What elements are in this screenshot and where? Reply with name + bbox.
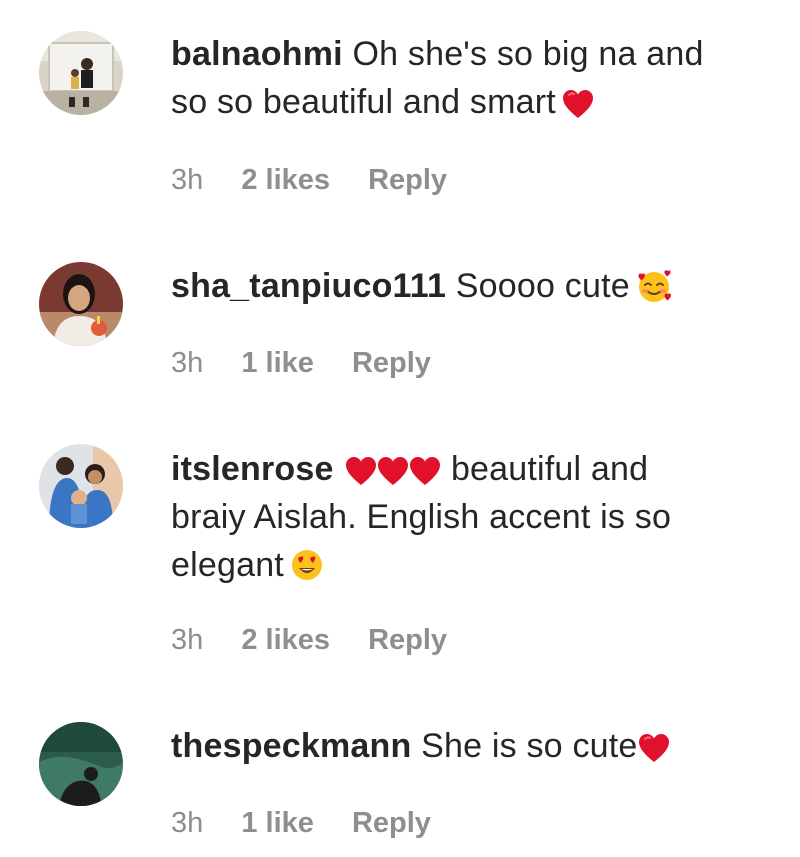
avatar-photo [39, 444, 123, 528]
red-heart-icon [562, 89, 594, 119]
comment-username[interactable]: balnaohmi [171, 35, 343, 73]
comment-text: balnaohmi Oh she's so big na and so so b… [171, 30, 771, 126]
comment-body: braiy Aislah. English accent is so [171, 498, 672, 536]
comment-body: beautiful and [450, 450, 649, 488]
reply-button[interactable]: Reply [352, 347, 431, 379]
reply-button[interactable]: Reply [352, 807, 431, 839]
comment-username[interactable]: sha_tanpiuco111 [171, 267, 446, 305]
reply-button[interactable]: Reply [368, 164, 447, 196]
comment-timestamp: 3h [171, 807, 204, 839]
comment-timestamp: 3h [171, 164, 204, 196]
likes-count[interactable]: 1 like [241, 347, 314, 379]
comment-meta: 3h 1 like Reply [171, 346, 461, 380]
reply-button[interactable]: Reply [368, 624, 447, 656]
comment-meta: 3h 1 like Reply [171, 806, 461, 840]
comment-timestamp: 3h [171, 347, 204, 379]
avatar[interactable] [39, 722, 123, 806]
three-red-hearts-icon [345, 456, 441, 486]
likes-count[interactable]: 2 likes [241, 624, 330, 656]
comment-username[interactable]: itslenrose [171, 450, 334, 488]
comment-body: Oh she's so big na and [352, 35, 704, 73]
avatar[interactable] [39, 31, 123, 115]
smiling-face-with-hearts-icon [636, 269, 672, 303]
red-heart-icon [638, 733, 670, 763]
comment-body: elegant [171, 546, 284, 584]
comment-body: Soooo cute [455, 267, 630, 305]
comment-username[interactable]: thespeckmann [171, 727, 411, 765]
avatar[interactable] [39, 444, 123, 528]
comment-timestamp: 3h [171, 624, 204, 656]
comment-meta: 3h 2 likes Reply [171, 163, 477, 197]
comment-meta: 3h 2 likes Reply [171, 623, 477, 657]
avatar-photo [39, 31, 123, 115]
comment-body: so so beautiful and smart [171, 83, 556, 121]
comment-text: thespeckmann She is so cute [171, 722, 771, 770]
avatar-photo [39, 722, 123, 806]
heart-eyes-icon [290, 548, 324, 582]
comment-text: itslenrose beautiful and braiy Aislah. E… [171, 445, 771, 589]
likes-count[interactable]: 2 likes [241, 164, 330, 196]
avatar[interactable] [39, 262, 123, 346]
comment-body: She is so cute [421, 727, 638, 765]
avatar-photo [39, 262, 123, 346]
comment-text: sha_tanpiuco111 Soooo cute [171, 262, 771, 310]
likes-count[interactable]: 1 like [241, 807, 314, 839]
